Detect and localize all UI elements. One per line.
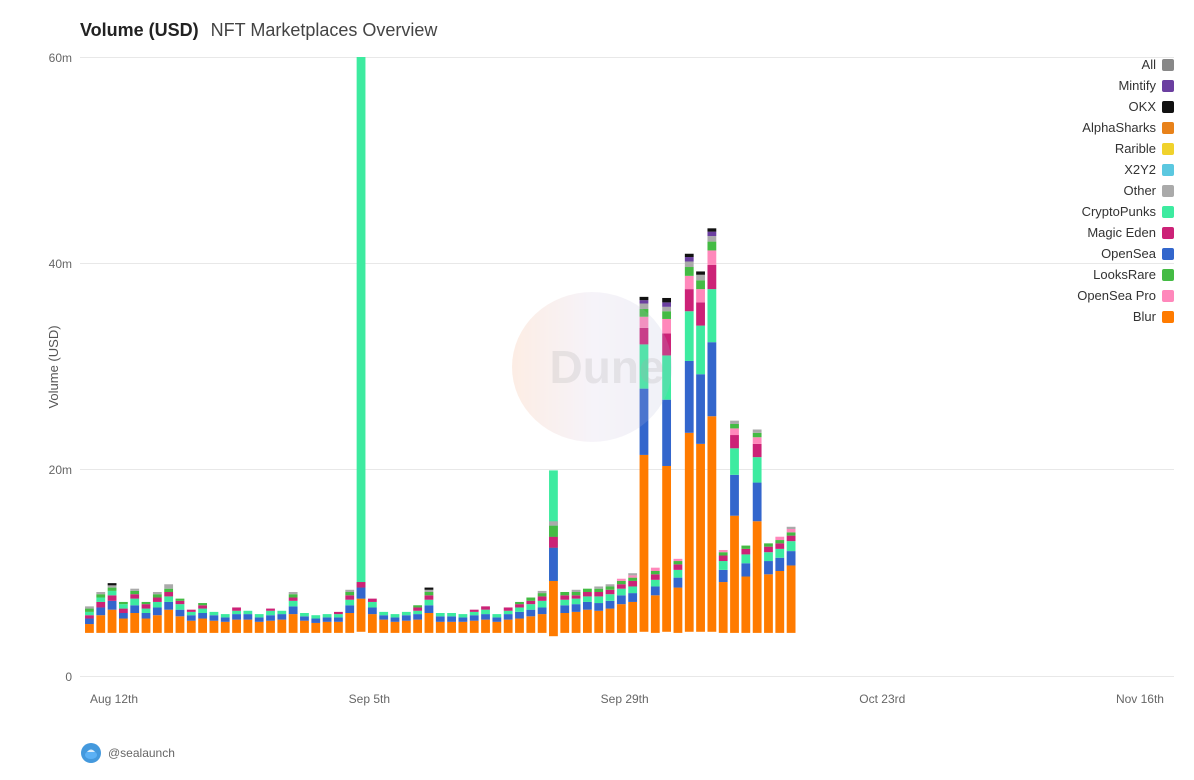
bar-group-sep5: [187, 592, 298, 633]
chart-main: 60m 40m 20m 0: [80, 57, 1174, 677]
legend-label-mintify: Mintify: [1118, 78, 1156, 93]
legend-label-cryptopunks: CryptoPunks: [1082, 204, 1156, 219]
chart-area: Volume (USD) 60m 40m 20m 0: [80, 57, 1174, 677]
legend-dot-other: [1162, 185, 1174, 197]
legend-item-openseapro[interactable]: OpenSea Pro: [1014, 288, 1174, 303]
bar-group-sep5-29: [300, 57, 388, 633]
footer: @sealaunch: [80, 742, 175, 764]
legend-item-okx[interactable]: OKX: [1014, 99, 1174, 114]
legend-dot-rarible: [1162, 143, 1174, 155]
legend-label-all: All: [1142, 57, 1156, 72]
legend-dot-all: [1162, 59, 1174, 71]
legend-dot-magiceden: [1162, 227, 1174, 239]
grid-line-0: 0: [80, 676, 1174, 677]
bar-group-oct23-nov16: [515, 470, 614, 636]
legend-item-all[interactable]: All: [1014, 57, 1174, 72]
legend-dot-okx: [1162, 101, 1174, 113]
legend-dot-blur: [1162, 311, 1174, 323]
legend-label-blur: Blur: [1133, 309, 1156, 324]
y-label-40m: 40m: [49, 257, 72, 271]
legend-label-opensea: OpenSea: [1101, 246, 1156, 261]
chart-container: Volume (USD) NFT Marketplaces Overview V…: [0, 0, 1194, 780]
y-label-0: 0: [65, 670, 72, 684]
bar-group-sep29-oct23: [391, 588, 513, 633]
y-label-60m: 60m: [49, 51, 72, 65]
legend-label-x2y2: X2Y2: [1124, 162, 1156, 177]
y-axis-label: Volume (USD): [46, 325, 61, 408]
bars-chart: // This won't execute inside SVG, bars a…: [80, 57, 1174, 676]
legend-item-alphasharks[interactable]: AlphaSharks: [1014, 120, 1174, 135]
legend-label-okx: OKX: [1129, 99, 1156, 114]
bar-group-aug12: [85, 583, 184, 633]
x-label-aug12: Aug 12th: [90, 692, 138, 706]
legend-label-magiceden: Magic Eden: [1087, 225, 1156, 240]
legend-label-rarible: Rarible: [1115, 141, 1156, 156]
chart-title-sub: NFT Marketplaces Overview: [211, 20, 438, 41]
sealaunch-icon: [80, 742, 102, 764]
legend-label-alphasharks: AlphaSharks: [1082, 120, 1156, 135]
legend-item-rarible[interactable]: Rarible: [1014, 141, 1174, 156]
chart-title-volume: Volume (USD): [80, 20, 199, 41]
chart-legend: All Mintify OKX AlphaSharks Rarible X2Y2: [1014, 57, 1174, 324]
legend-item-opensea[interactable]: OpenSea: [1014, 246, 1174, 261]
legend-item-other[interactable]: Other: [1014, 183, 1174, 198]
legend-dot-x2y2: [1162, 164, 1174, 176]
legend-dot-openseapro: [1162, 290, 1174, 302]
legend-label-other: Other: [1123, 183, 1156, 198]
x-label-sep5: Sep 5th: [349, 692, 390, 706]
legend-dot-mintify: [1162, 80, 1174, 92]
legend-dot-cryptopunks: [1162, 206, 1174, 218]
title-area: Volume (USD) NFT Marketplaces Overview: [80, 20, 1174, 41]
y-label-20m: 20m: [49, 463, 72, 477]
legend-dot-opensea: [1162, 248, 1174, 260]
legend-label-openseapro: OpenSea Pro: [1077, 288, 1156, 303]
legend-item-cryptopunks[interactable]: CryptoPunks: [1014, 204, 1174, 219]
legend-dot-alphasharks: [1162, 122, 1174, 134]
legend-item-looksrare[interactable]: LooksRare: [1014, 267, 1174, 282]
legend-item-x2y2[interactable]: X2Y2: [1014, 162, 1174, 177]
legend-item-magiceden[interactable]: Magic Eden: [1014, 225, 1174, 240]
legend-dot-looksrare: [1162, 269, 1174, 281]
x-label-sep29: Sep 29th: [601, 692, 649, 706]
legend-item-blur[interactable]: Blur: [1014, 309, 1174, 324]
legend-item-mintify[interactable]: Mintify: [1014, 78, 1174, 93]
legend-label-looksrare: LooksRare: [1093, 267, 1156, 282]
footer-attribution: @sealaunch: [108, 746, 175, 760]
x-label-nov16: Nov 16th: [1116, 692, 1164, 706]
bar-group-nov16: [617, 228, 796, 633]
x-label-oct23: Oct 23rd: [859, 692, 905, 706]
